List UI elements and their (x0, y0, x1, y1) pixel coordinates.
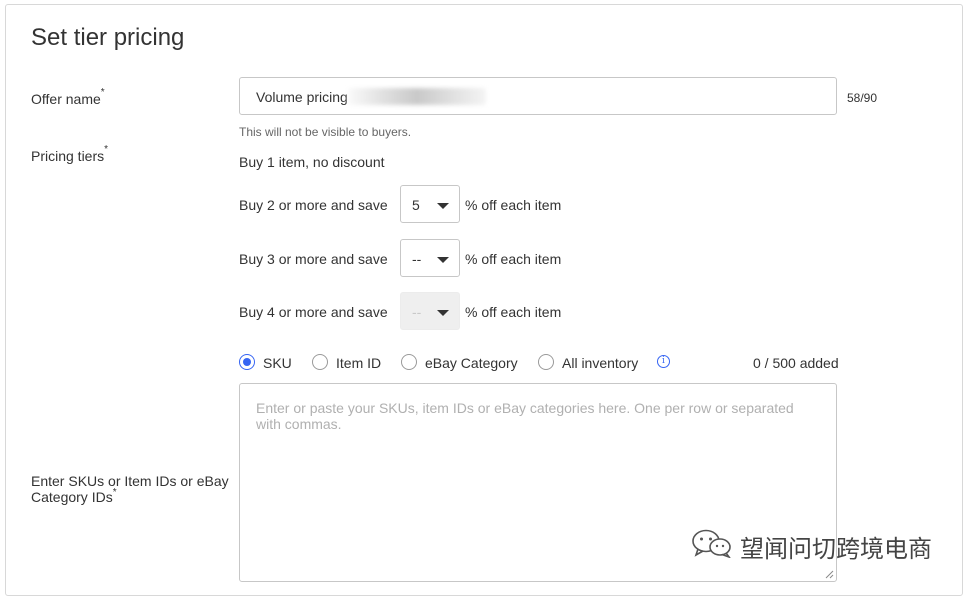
page-title: Set tier pricing (31, 24, 185, 51)
radio-label-all-inventory[interactable]: All inventory (562, 355, 638, 371)
offer-name-hint: This will not be visible to buyers. (239, 125, 412, 139)
chevron-down-icon (437, 310, 449, 316)
offer-name-input[interactable]: Volume pricing (239, 77, 837, 115)
radio-button[interactable] (401, 354, 417, 370)
radio-label-ebay-category[interactable]: eBay Category (425, 355, 518, 371)
pricing-tiers-label-text: Pricing tiers (31, 148, 105, 164)
tier-3-discount-select[interactable]: -- (400, 239, 460, 277)
info-icon[interactable]: i (657, 355, 670, 368)
pricing-tiers-label: Pricing tiers* (31, 144, 108, 164)
resize-handle-icon[interactable] (825, 570, 834, 579)
tier-3-selected-value: -- (412, 251, 422, 267)
radio-button-checked[interactable] (239, 354, 255, 370)
offer-name-label-text: Offer name (31, 91, 101, 107)
tier-4-selected-value: -- (412, 304, 422, 320)
tier-4-suffix: % off each item (465, 304, 562, 320)
tier-2-suffix: % off each item (465, 197, 562, 213)
ids-textarea-placeholder: Enter or paste your SKUs, item IDs or eB… (256, 400, 794, 432)
tier-2-selected-value: 5 (412, 197, 420, 213)
required-mark: * (100, 87, 105, 98)
watermark-text: 望闻问切跨境电商 (740, 536, 932, 563)
radio-label-item-id[interactable]: Item ID (336, 355, 381, 371)
offer-name-label: Offer name* (31, 87, 105, 107)
radio-button[interactable] (312, 354, 328, 370)
tier-4-label: Buy 4 or more and save (239, 304, 388, 320)
tier-3-suffix: % off each item (465, 251, 562, 267)
ids-input-label: Enter SKUs or Item IDs or eBay Category … (31, 473, 236, 505)
radio-label-sku[interactable]: SKU (263, 355, 292, 371)
ids-input-label-text: Enter SKUs or Item IDs or eBay Category … (31, 473, 229, 505)
tier-2-discount-select[interactable]: 5 (400, 185, 460, 223)
added-count: 0 / 500 added (753, 355, 839, 371)
chevron-down-icon (437, 203, 449, 209)
offer-name-value[interactable]: Volume pricing (256, 89, 348, 105)
required-mark: * (112, 487, 117, 498)
radio-button[interactable] (538, 354, 554, 370)
chevron-down-icon (437, 257, 449, 263)
wechat-icon (692, 529, 731, 558)
base-tier-text: Buy 1 item, no discount (239, 154, 385, 170)
tier-3-label: Buy 3 or more and save (239, 251, 388, 267)
tier-4-discount-select: -- (400, 292, 460, 330)
required-mark: * (104, 144, 109, 155)
redacted-text (348, 88, 486, 105)
tier-2-label: Buy 2 or more and save (239, 197, 388, 213)
offer-name-char-counter: 58/90 (847, 91, 878, 105)
